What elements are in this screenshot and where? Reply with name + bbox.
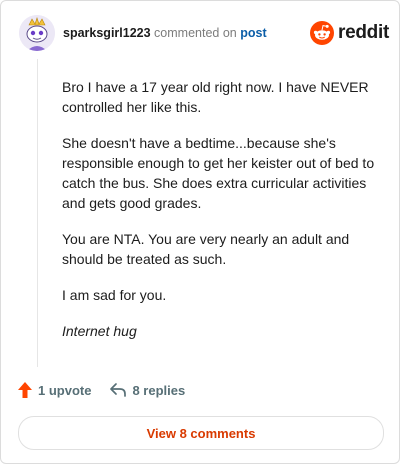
comment-paragraph: I am sad for you. bbox=[62, 287, 167, 303]
thread-line bbox=[37, 59, 38, 367]
comment-paragraph: Internet hug bbox=[62, 323, 137, 339]
comment-paragraph: You are NTA. You are very nearly an adul… bbox=[62, 231, 350, 267]
comment-card: sparksgirl1223 commented on post reddit … bbox=[0, 0, 400, 464]
username-link[interactable]: sparksgirl1223 bbox=[63, 26, 151, 40]
comment-paragraph: She doesn't have a bedtime...because she… bbox=[62, 135, 375, 211]
reddit-snoo-icon bbox=[310, 21, 334, 45]
reddit-logo[interactable]: reddit bbox=[310, 21, 389, 45]
comment-body: Bro I have a 17 year old right now. I ha… bbox=[62, 77, 382, 357]
commented-on-text: commented on bbox=[154, 26, 237, 40]
comment-header: sparksgirl1223 commented on post bbox=[63, 26, 267, 40]
upvote-count: 1 upvote bbox=[38, 382, 92, 398]
view-comments-button[interactable]: View 8 comments bbox=[18, 416, 384, 450]
reply-arrow-icon bbox=[110, 383, 127, 397]
avatar-snoo-icon bbox=[19, 15, 55, 51]
comment-actions: 1 upvote 8 replies bbox=[17, 381, 185, 399]
replies-button[interactable]: 8 replies bbox=[109, 382, 185, 398]
post-link[interactable]: post bbox=[240, 26, 266, 40]
upvote-arrow-icon bbox=[18, 382, 32, 398]
upvote-button[interactable]: 1 upvote bbox=[17, 381, 91, 399]
replies-count: 8 replies bbox=[132, 382, 186, 398]
comment-paragraph: Bro I have a 17 year old right now. I ha… bbox=[62, 79, 369, 115]
avatar[interactable] bbox=[19, 15, 55, 51]
reddit-wordmark: reddit bbox=[338, 22, 389, 43]
